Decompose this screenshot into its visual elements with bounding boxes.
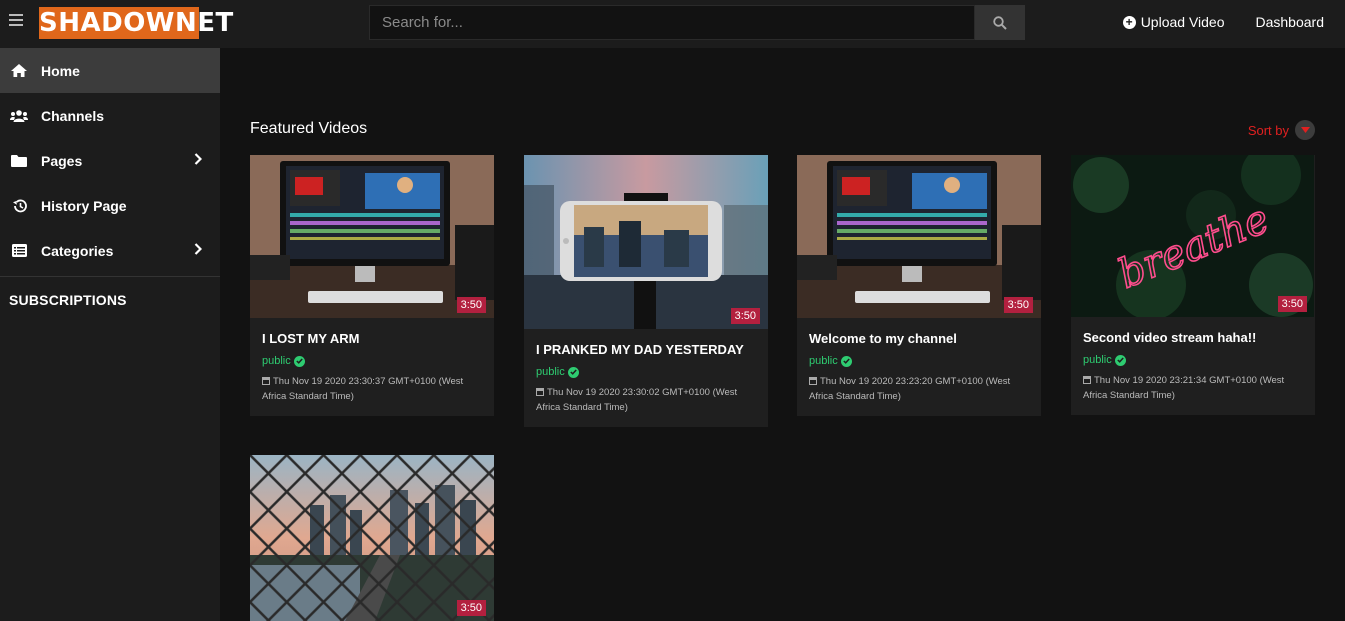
video-title[interactable]: I PRANKED MY DAD YESTERDAY: [536, 342, 756, 357]
video-card[interactable]: 3:50 I PRANKED MY DAD YESTERDAY public T…: [524, 155, 768, 427]
calendar-icon: [809, 377, 817, 385]
sidebar-item-pages[interactable]: Pages: [0, 138, 220, 183]
phone-on-tripod-thumbnail-image: [524, 155, 768, 329]
sidebar-item-label: Home: [41, 62, 80, 79]
video-info: I LOST MY ARM public Thu Nov 19 2020 23:…: [250, 318, 494, 416]
sidebar: Home Channels Pages History Page Categor…: [0, 48, 220, 621]
calendar-icon: [536, 388, 544, 396]
check-circle-icon: [1114, 354, 1126, 366]
desk-computer-thumbnail-image: [250, 155, 494, 318]
subscriptions-heading: SUBSCRIPTIONS: [9, 292, 127, 308]
list-icon: [10, 244, 28, 258]
calendar-icon: [1083, 376, 1091, 384]
main-content: Featured Videos Sort by 3:50 I LOST MY A…: [220, 48, 1345, 621]
video-date: Thu Nov 19 2020 23:21:34 GMT+0100 (West …: [1083, 373, 1303, 403]
video-card[interactable]: 3:50 I LOST MY ARM public Thu Nov 19 202…: [250, 155, 494, 416]
sidebar-item-label: Channels: [41, 107, 105, 124]
duration-badge: 3:50: [456, 600, 486, 616]
video-info: I PRANKED MY DAD YESTERDAY public Thu No…: [524, 329, 768, 427]
logo[interactable]: SHADOWNET: [39, 7, 233, 39]
video-date: Thu Nov 19 2020 23:23:20 GMT+0100 (West …: [809, 374, 1029, 404]
neon-sign-thumbnail-image: breathe: [1071, 155, 1314, 317]
video-status: public: [1083, 354, 1303, 366]
chevron-right-icon: [194, 242, 203, 258]
sidebar-item-home[interactable]: Home: [0, 48, 220, 93]
desk-computer-thumbnail-image: [797, 155, 1041, 318]
video-card[interactable]: breathe 3:50 Second video stream haha!! …: [1071, 155, 1315, 415]
upload-video-label: Upload Video: [1140, 14, 1225, 30]
video-title[interactable]: I LOST MY ARM: [262, 331, 482, 346]
video-thumbnail[interactable]: breathe 3:50: [1071, 155, 1315, 317]
status-label: public: [536, 366, 565, 378]
video-title[interactable]: Welcome to my channel: [809, 331, 1029, 346]
history-icon: [10, 199, 28, 213]
home-icon: [10, 64, 28, 78]
duration-badge: 3:50: [1277, 296, 1307, 312]
video-date: Thu Nov 19 2020 23:30:37 GMT+0100 (West …: [262, 374, 482, 404]
sort-by-dropdown[interactable]: Sort by: [1248, 120, 1315, 140]
date-text: Thu Nov 19 2020 23:21:34 GMT+0100 (West …: [1083, 375, 1285, 401]
date-text: Thu Nov 19 2020 23:30:37 GMT+0100 (West …: [262, 376, 464, 402]
date-text: Thu Nov 19 2020 23:30:02 GMT+0100 (West …: [536, 387, 738, 413]
hamburger-menu-icon[interactable]: [9, 14, 23, 28]
sidebar-item-label: Pages: [41, 152, 83, 169]
video-title[interactable]: Second video stream haha!!: [1083, 330, 1303, 345]
video-thumbnail[interactable]: 3:50: [250, 455, 494, 621]
sidebar-item-history[interactable]: History Page: [0, 183, 220, 228]
sidebar-item-label: History Page: [41, 197, 127, 214]
video-date: Thu Nov 19 2020 23:30:02 GMT+0100 (West …: [536, 385, 756, 415]
plus-circle-icon: +: [1122, 15, 1136, 29]
sort-by-label: Sort by: [1247, 122, 1289, 138]
upload-video-button[interactable]: + Upload Video: [1122, 14, 1225, 30]
video-status: public: [262, 355, 482, 367]
video-thumbnail[interactable]: 3:50: [797, 155, 1041, 318]
video-card[interactable]: 3:50 Welcome to my channel public Thu No…: [797, 155, 1041, 416]
video-status: public: [809, 355, 1029, 367]
folder-icon: [10, 154, 28, 168]
sidebar-item-categories[interactable]: Categories: [0, 228, 220, 273]
video-info: Welcome to my channel public Thu Nov 19 …: [797, 318, 1041, 416]
section-title: Featured Videos: [250, 120, 368, 137]
sidebar-item-channels[interactable]: Channels: [0, 93, 220, 138]
check-circle-icon: [840, 355, 852, 367]
users-icon: [10, 109, 28, 123]
duration-badge: 3:50: [456, 297, 486, 313]
search-bar: [369, 5, 1025, 40]
status-label: public: [1083, 354, 1112, 366]
duration-badge: 3:50: [730, 308, 760, 324]
caret-down-icon: [1295, 120, 1315, 140]
check-circle-icon: [567, 366, 579, 378]
search-button[interactable]: [975, 5, 1025, 40]
top-navbar: SHADOWNET + Upload Video Dashboard: [0, 0, 1345, 48]
video-card[interactable]: 3:50: [250, 455, 494, 621]
search-icon: [993, 15, 1007, 30]
chevron-right-icon: [194, 152, 203, 168]
search-input[interactable]: [369, 5, 975, 40]
video-thumbnail[interactable]: 3:50: [524, 155, 768, 329]
date-text: Thu Nov 19 2020 23:23:20 GMT+0100 (West …: [809, 376, 1011, 402]
header-actions: + Upload Video Dashboard: [1122, 14, 1325, 30]
sidebar-item-label: Categories: [41, 242, 114, 259]
city-through-fence-thumbnail-image: [250, 455, 494, 621]
video-status: public: [536, 366, 756, 378]
status-label: public: [809, 355, 838, 367]
dashboard-link[interactable]: Dashboard: [1256, 14, 1325, 30]
video-thumbnail[interactable]: 3:50: [250, 155, 494, 318]
calendar-icon: [262, 377, 270, 385]
duration-badge: 3:50: [1003, 297, 1033, 313]
status-label: public: [262, 355, 291, 367]
video-info: Second video stream haha!! public Thu No…: [1071, 317, 1315, 415]
check-circle-icon: [293, 355, 305, 367]
